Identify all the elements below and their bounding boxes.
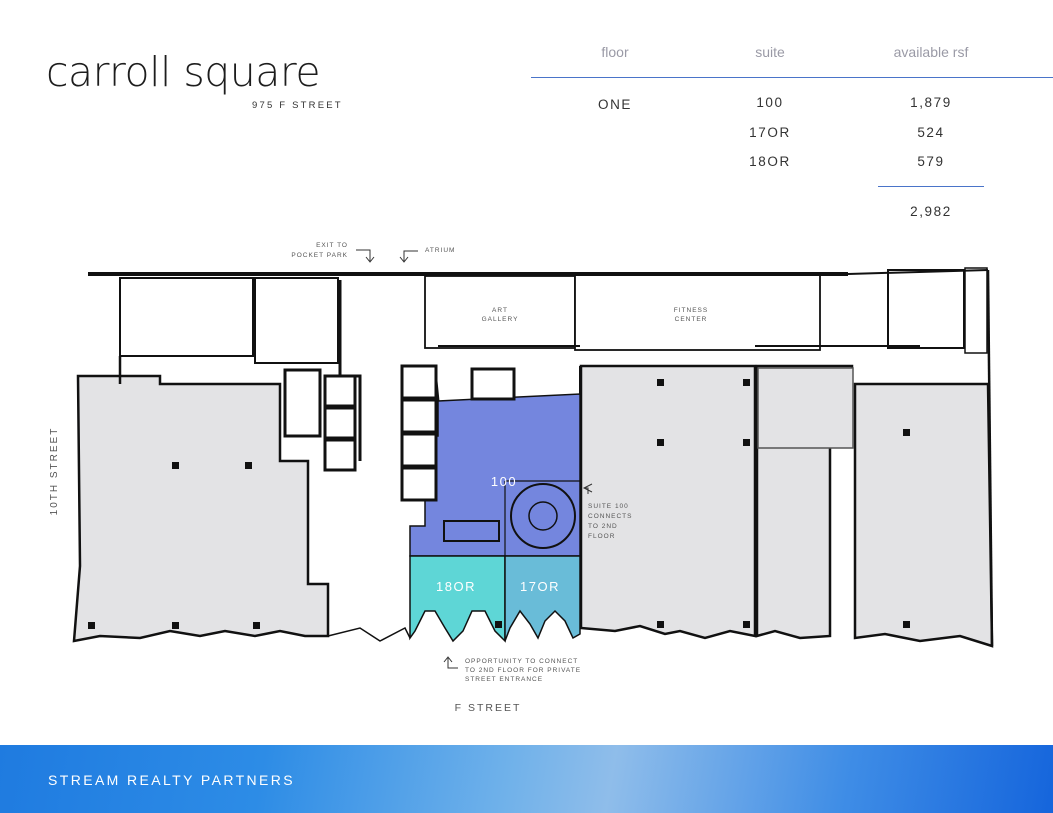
connect-note-3: TO 2ND [588, 523, 618, 530]
spiral-stair-core [528, 501, 558, 531]
street-label-south: F STREET [455, 702, 522, 714]
atrium-label: ATRIUM [425, 247, 455, 254]
header-available-rsf: available rsf [893, 44, 969, 60]
brand-name: carroll square [46, 48, 321, 96]
brand-address: 975 F STREET [252, 100, 343, 111]
opportunity-note-2: TO 2ND FLOOR FOR PRIVATE [465, 667, 581, 674]
row-suite: 17OR [749, 125, 791, 140]
header-suite: suite [755, 44, 785, 60]
footer-company: STREAM REALTY PARTNERS [48, 772, 296, 788]
opportunity-note-1: OPPORTUNITY TO CONNECT [465, 658, 578, 665]
suite-170r-label: 17OR [520, 579, 560, 594]
room-ne [887, 269, 965, 349]
room-nw-2 [254, 277, 339, 364]
suite-100-label: 100 [491, 474, 517, 489]
header-floor: floor [601, 44, 629, 60]
fitness-label-1: FITNESS [674, 307, 708, 314]
row-rsf: 524 [917, 125, 945, 140]
header-divider [531, 77, 1053, 78]
room-nw-1 [119, 277, 254, 357]
connect-note-2: CONNECTS [588, 513, 632, 520]
row-floor: ONE [597, 97, 633, 112]
atrium-arrow-icon [399, 250, 418, 263]
suite-180r-area[interactable] [409, 555, 506, 643]
fitness-label-2: CENTER [675, 316, 708, 323]
total-divider [878, 186, 984, 187]
footer-bar: STREAM REALTY PARTNERS [0, 745, 1053, 813]
row-rsf: 1,879 [910, 95, 952, 110]
space-central-east [579, 364, 757, 640]
connect-note-4: FLOOR [588, 533, 615, 540]
room-ne-2 [964, 267, 988, 354]
total-rsf: 2,982 [910, 204, 952, 219]
row-suite: 100 [756, 95, 784, 110]
brand-block: carroll square 975 F STREET [46, 48, 346, 112]
connect-note-1: SUITE 100 [588, 503, 629, 510]
exit-label-line2: POCKET PARK [291, 252, 348, 259]
street-label-west: 10TH STREET [49, 427, 60, 516]
row-suite: 18OR [749, 154, 791, 169]
opportunity-arrow-icon [443, 656, 458, 669]
exit-label-line1: EXIT TO [316, 242, 348, 249]
suite-170r-area[interactable] [504, 555, 581, 642]
opportunity-note-3: STREET ENTRANCE [465, 676, 543, 683]
row-rsf: 579 [917, 154, 945, 169]
space-east-nook [757, 367, 854, 449]
suite-180r-label: 18OR [436, 579, 476, 594]
floor-plan: EXIT TO POCKET PARK ATRIUM ART GALLERY F… [49, 242, 994, 714]
exit-arrow-icon [356, 249, 375, 263]
art-gallery-label-1: ART [492, 307, 508, 314]
space-east-2 [853, 382, 994, 648]
art-gallery-label-2: GALLERY [482, 316, 519, 323]
